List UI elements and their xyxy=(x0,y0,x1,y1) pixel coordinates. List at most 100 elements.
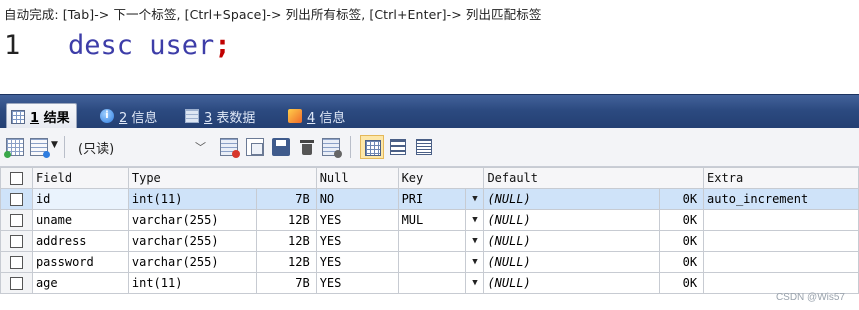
cell-field[interactable]: uname xyxy=(31,209,129,231)
cell-default-size: 0K xyxy=(659,251,705,273)
tab-info[interactable]: i 2 信息 xyxy=(96,103,163,129)
sql-statement: desc user xyxy=(68,30,215,61)
result-grid-icon xyxy=(11,109,25,124)
column-header-null[interactable]: Null xyxy=(315,167,399,189)
tab-messages-number: 4 xyxy=(307,110,316,126)
text-view-button[interactable] xyxy=(412,135,436,159)
readonly-mode-value: (只读) xyxy=(78,141,115,157)
select-chevron-icon: ﹀ xyxy=(195,141,206,154)
column-header-type[interactable]: Type xyxy=(127,167,317,189)
cell-null[interactable]: YES xyxy=(315,272,399,294)
column-header-default[interactable]: Default xyxy=(483,167,705,189)
cell-default[interactable]: (NULL) xyxy=(483,230,661,252)
result-table: Field Type Null Key Default Extra id int… xyxy=(0,167,859,294)
row-checkbox[interactable] xyxy=(0,272,33,294)
cell-extra[interactable]: auto_increment xyxy=(703,188,859,210)
row-checkbox[interactable] xyxy=(0,209,33,231)
cell-type[interactable]: varchar(255) xyxy=(127,251,257,273)
cell-default[interactable]: (NULL) xyxy=(483,188,661,210)
cell-default-size: 0K xyxy=(659,188,705,210)
column-header-extra[interactable]: Extra xyxy=(703,167,859,189)
result-grid[interactable]: Field Type Null Key Default Extra id int… xyxy=(0,167,859,310)
insert-row-icon[interactable] xyxy=(30,138,50,158)
export-icon[interactable] xyxy=(220,138,240,158)
form-view-button[interactable] xyxy=(386,135,410,159)
column-header-key[interactable]: Key xyxy=(397,167,485,189)
cell-null[interactable]: YES xyxy=(315,251,399,273)
cell-key[interactable]: MUL xyxy=(397,209,467,231)
cell-type[interactable]: varchar(255) xyxy=(127,209,257,231)
column-header-field[interactable]: Field xyxy=(31,167,129,189)
tab-table-data[interactable]: 3 表数据 xyxy=(181,103,261,129)
copy-icon[interactable] xyxy=(246,138,264,156)
select-all-checkbox[interactable] xyxy=(0,167,33,189)
message-icon xyxy=(288,109,302,123)
cell-type-size: 7B xyxy=(255,272,317,294)
tab-table-data-label: 表数据 xyxy=(216,110,256,126)
delete-icon[interactable] xyxy=(300,138,314,156)
discard-icon[interactable] xyxy=(322,138,342,158)
save-icon[interactable] xyxy=(272,138,290,156)
cell-null[interactable]: YES xyxy=(315,230,399,252)
tab-result-number: 1 xyxy=(30,111,40,126)
cell-null[interactable]: YES xyxy=(315,209,399,231)
key-dropdown-icon[interactable]: ▼ xyxy=(465,209,485,231)
cell-type[interactable]: int(11) xyxy=(127,188,257,210)
cell-default[interactable]: (NULL) xyxy=(483,209,661,231)
cell-key[interactable] xyxy=(397,272,467,294)
cell-field[interactable]: age xyxy=(31,272,129,294)
cell-default[interactable]: (NULL) xyxy=(483,251,661,273)
row-checkbox[interactable] xyxy=(0,188,33,210)
key-dropdown-icon[interactable]: ▼ xyxy=(465,188,485,210)
key-dropdown-icon[interactable]: ▼ xyxy=(465,230,485,252)
cell-extra[interactable] xyxy=(703,230,859,252)
row-checkbox[interactable] xyxy=(0,230,33,252)
grid-view-icon xyxy=(365,140,381,156)
chevron-down-icon[interactable]: ▼ xyxy=(51,140,58,150)
cell-type[interactable]: varchar(255) xyxy=(127,230,257,252)
cell-extra[interactable] xyxy=(703,272,859,294)
tab-result[interactable]: 1 结果 xyxy=(6,103,77,129)
tab-table-data-number: 3 xyxy=(204,110,213,126)
cell-extra[interactable] xyxy=(703,209,859,231)
toolbar-divider xyxy=(350,136,351,158)
key-dropdown-icon[interactable]: ▼ xyxy=(465,251,485,273)
key-dropdown-icon[interactable]: ▼ xyxy=(465,272,485,294)
cell-key[interactable]: PRI xyxy=(397,188,467,210)
add-row-icon[interactable] xyxy=(4,138,24,158)
text-view-icon xyxy=(416,139,432,155)
tab-messages[interactable]: 4 信息 xyxy=(284,103,351,129)
cell-default[interactable]: (NULL) xyxy=(483,272,661,294)
line-number: 1 xyxy=(4,30,21,61)
query-editor[interactable]: 自动完成: [Tab]-> 下一个标签, [Ctrl+Space]-> 列出所有… xyxy=(0,0,859,94)
table-row[interactable]: password varchar(255) 12B YES ▼ (NULL) 0… xyxy=(0,251,859,273)
cell-extra[interactable] xyxy=(703,251,859,273)
readonly-mode-select[interactable]: (只读) ﹀ xyxy=(78,137,210,157)
cell-key[interactable] xyxy=(397,230,467,252)
tab-messages-label: 信息 xyxy=(319,110,346,126)
tab-info-number: 2 xyxy=(119,110,128,126)
cell-key[interactable] xyxy=(397,251,467,273)
cell-field[interactable]: address xyxy=(31,230,129,252)
tab-result-label: 结果 xyxy=(43,111,70,126)
cell-type[interactable]: int(11) xyxy=(127,272,257,294)
cell-type-size: 12B xyxy=(255,230,317,252)
result-tab-bar: 1 结果 i 2 信息 3 表数据 4 信息 xyxy=(0,94,859,129)
sql-code[interactable]: desc user; xyxy=(68,30,231,61)
tab-info-label: 信息 xyxy=(131,110,158,126)
watermark: CSDN @Wis57 xyxy=(775,292,845,303)
info-icon: i xyxy=(100,109,114,123)
cell-null[interactable]: NO xyxy=(315,188,399,210)
table-row[interactable]: id int(11) 7B NO PRI ▼ (NULL) 0K auto_in… xyxy=(0,188,859,210)
autocomplete-hint: 自动完成: [Tab]-> 下一个标签, [Ctrl+Space]-> 列出所有… xyxy=(4,7,542,22)
row-checkbox[interactable] xyxy=(0,251,33,273)
cell-default-size: 0K xyxy=(659,272,705,294)
cell-field[interactable]: id xyxy=(31,188,129,210)
grid-view-button[interactable] xyxy=(360,135,384,159)
table-data-icon xyxy=(185,109,199,123)
table-row[interactable]: address varchar(255) 12B YES ▼ (NULL) 0K xyxy=(0,230,859,252)
table-row[interactable]: uname varchar(255) 12B YES MUL ▼ (NULL) … xyxy=(0,209,859,231)
table-row[interactable]: age int(11) 7B YES ▼ (NULL) 0K xyxy=(0,272,859,294)
cell-field[interactable]: password xyxy=(31,251,129,273)
result-toolbar: ▼ (只读) ﹀ xyxy=(0,128,859,167)
